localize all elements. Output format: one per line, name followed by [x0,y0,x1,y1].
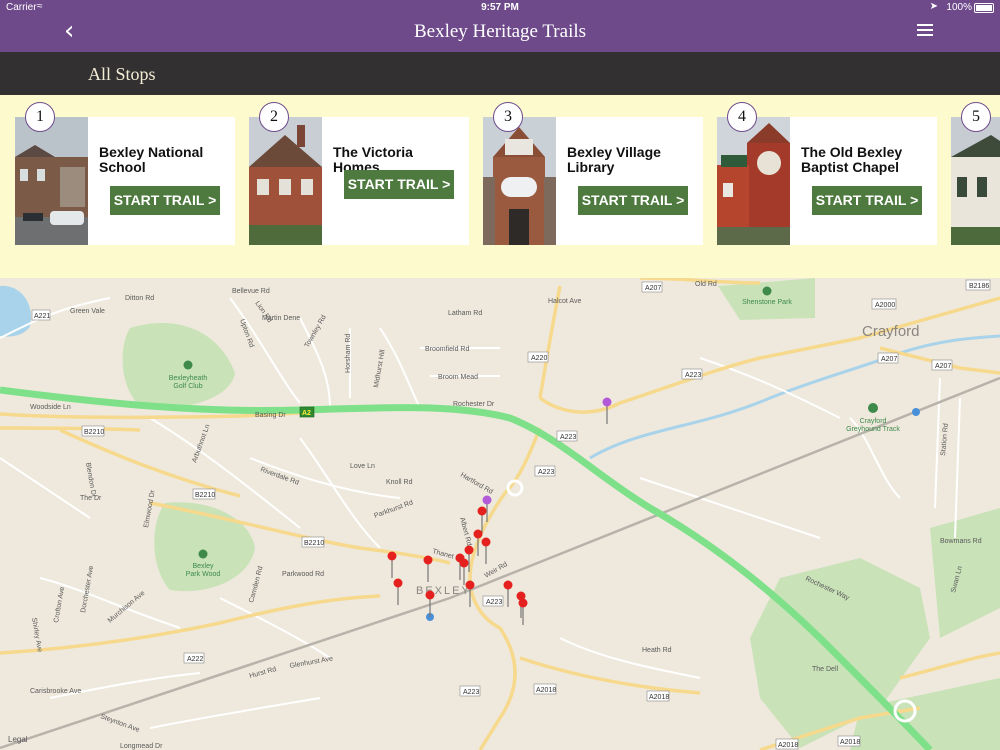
stop-photo-5 [951,117,1000,245]
start-trail-button-2[interactable]: START TRAIL > [344,170,454,199]
svg-text:A2: A2 [302,410,311,417]
svg-text:A223: A223 [685,372,701,379]
svg-text:Bexleyheath: Bexleyheath [169,375,208,382]
stop-number-badge-1: 1 [25,102,55,132]
svg-text:BEXLEY: BEXLEY [416,585,471,597]
svg-text:A2018: A2018 [649,694,669,701]
stop-number-badge-3: 3 [493,102,523,132]
svg-text:A2000: A2000 [875,302,895,309]
svg-text:A220: A220 [531,355,547,362]
svg-text:Old Rd: Old Rd [695,281,717,288]
stop-card-3[interactable]: Bexley Village Library START TRAIL > [483,117,703,245]
svg-text:Basing Dr: Basing Dr [255,412,286,419]
stop-number-badge-4: 4 [727,102,757,132]
battery-percent: 100% [946,2,972,13]
svg-text:A207: A207 [881,356,897,363]
svg-text:A223: A223 [486,599,502,606]
svg-text:Golf Club: Golf Club [173,383,202,390]
start-trail-button-3[interactable]: START TRAIL > [578,186,688,215]
hamburger-menu-icon[interactable] [917,24,933,38]
svg-text:A2018: A2018 [778,742,798,749]
all-stops-label: All Stops [88,64,156,84]
stop-number-badge-5: 5 [961,102,991,132]
svg-text:Crayford: Crayford [862,323,920,340]
svg-text:A223: A223 [560,434,576,441]
svg-text:A2018: A2018 [536,687,556,694]
svg-text:Parkwood Rd: Parkwood Rd [282,571,324,578]
stops-carousel[interactable]: Bexley National School START TRAIL > 1 T… [0,95,1000,278]
svg-text:A2018: A2018 [840,739,860,746]
stop-photo-library [483,117,556,245]
location-arrow-icon: ➤ [929,1,938,12]
stop-photo-school [15,117,88,245]
svg-text:Broom Mead: Broom Mead [438,374,478,381]
svg-text:Greyhound Track: Greyhound Track [846,426,900,433]
svg-text:Heath Rd: Heath Rd [642,647,672,654]
svg-text:A223: A223 [463,689,479,696]
svg-text:B2210: B2210 [304,540,324,547]
status-time: 9:57 PM [481,2,519,13]
svg-text:Horsham Rd: Horsham Rd [345,334,352,373]
svg-text:Bexley: Bexley [192,563,214,570]
svg-text:Longmead Dr: Longmead Dr [120,743,163,750]
svg-text:Broomfield Rd: Broomfield Rd [425,346,469,353]
stop-card-4[interactable]: The Old Bexley Baptist Chapel START TRAI… [717,117,937,245]
stop-name: The Old Bexley Baptist Chapel [801,144,903,175]
svg-text:Rochester Dr: Rochester Dr [453,401,495,408]
svg-text:A221: A221 [34,313,50,320]
svg-text:A207: A207 [645,285,661,292]
start-trail-button-4[interactable]: START TRAIL > [812,186,922,215]
svg-text:Crayford: Crayford [860,418,887,425]
stop-photo-chapel [717,117,790,245]
stop-card-5[interactable] [951,117,1000,245]
stop-number-badge-2: 2 [259,102,289,132]
stop-name: Bexley Village Library [567,144,661,175]
svg-text:Green Vale: Green Vale [70,308,105,315]
svg-text:Latham Rd: Latham Rd [448,310,482,317]
svg-text:B2186: B2186 [969,283,989,290]
svg-text:Park Wood: Park Wood [186,571,221,578]
trail-map[interactable]: Green Vale Ditton Rd Bellevue Rd Lion Rd… [0,278,1000,750]
svg-text:A222: A222 [187,656,203,663]
status-bar: Carrier ≈ 9:57 PM ➤ 100% [0,0,1000,16]
svg-text:B2210: B2210 [84,429,104,436]
page-title: Bexley Heritage Trails [413,21,587,42]
svg-text:Woodside Ln: Woodside Ln [30,404,71,411]
map-legal-link[interactable]: Legal [8,735,28,744]
svg-text:Shenstone Park: Shenstone Park [742,299,792,306]
stop-photo-victoria-homes [249,117,322,245]
svg-text:Martin Dene: Martin Dene [262,315,300,322]
section-header: All Stops [0,52,1000,95]
svg-text:Bowmans Rd: Bowmans Rd [940,538,982,545]
stop-card-1[interactable]: Bexley National School START TRAIL > [15,117,235,245]
svg-text:A207: A207 [935,363,951,370]
navigation-bar: ‹ Bexley Heritage Trails [0,16,1000,52]
start-trail-button-1[interactable]: START TRAIL > [110,186,220,215]
svg-text:Love Ln: Love Ln [350,463,375,470]
svg-text:B2210: B2210 [195,492,215,499]
svg-text:Bellevue Rd: Bellevue Rd [232,288,270,295]
svg-text:Halcot Ave: Halcot Ave [548,298,581,305]
stop-name: Bexley National School [99,144,204,175]
svg-text:Knoll Rd: Knoll Rd [386,479,413,486]
svg-text:Ditton Rd: Ditton Rd [125,295,154,302]
svg-text:A223: A223 [538,469,554,476]
svg-text:The Dell: The Dell [812,666,839,673]
svg-text:Carisbrooke Ave: Carisbrooke Ave [30,688,81,695]
stop-card-2[interactable]: The Victoria Homes START TRAIL > [249,117,469,245]
battery-icon [974,3,994,13]
